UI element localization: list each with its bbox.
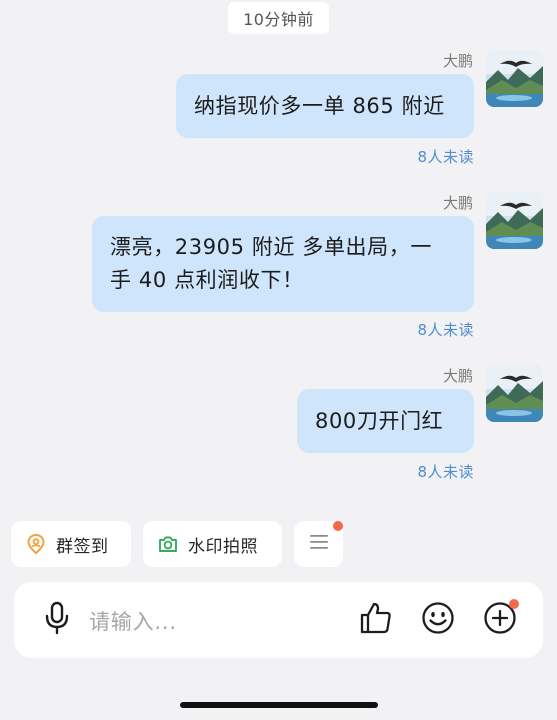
smiley-face-icon [421, 601, 455, 639]
avatar[interactable] [486, 192, 543, 249]
message-input-bar: 请输入... [14, 582, 543, 658]
message-bubble[interactable]: 漂亮，23905 附近 多单出局，一 手 40 点利润收下！ [92, 216, 474, 312]
like-button[interactable] [358, 602, 394, 638]
message-text: 纳指现价多一单 865 附近 [194, 93, 445, 118]
message-input[interactable]: 请输入... [89, 606, 177, 636]
avatar[interactable] [486, 365, 543, 422]
notification-dot [333, 521, 343, 531]
watermark-photo-button[interactable]: 水印拍照 [143, 521, 282, 567]
location-pin-icon [25, 533, 47, 555]
sender-name: 大鹏 [442, 194, 473, 212]
chip-label: 水印拍照 [188, 536, 258, 557]
message-bubble[interactable]: 800刀开门红 [297, 389, 474, 453]
message-bubble[interactable]: 纳指现价多一单 865 附近 [176, 74, 474, 138]
eagle-landscape-avatar-image [486, 365, 543, 422]
sender-name: 大鹏 [442, 52, 473, 70]
voice-input-button[interactable] [42, 601, 72, 639]
avatar[interactable] [486, 50, 543, 107]
message-text: 800刀开门红 [315, 408, 444, 433]
microphone-icon [43, 601, 71, 639]
eagle-landscape-avatar-image [486, 50, 543, 107]
menu-icon [309, 533, 329, 556]
group-checkin-button[interactable]: 群签到 [11, 521, 131, 567]
thumbs-up-icon [359, 601, 393, 639]
eagle-landscape-avatar-image [486, 192, 543, 249]
unread-status[interactable]: 8人未读 [417, 146, 474, 167]
unread-status[interactable]: 8人未读 [417, 319, 474, 340]
message-timestamp: 10分钟前 [228, 2, 329, 34]
home-indicator [180, 702, 378, 708]
emoji-button[interactable] [420, 602, 456, 638]
chip-label: 群签到 [56, 536, 109, 557]
sender-name: 大鹏 [442, 367, 473, 385]
message-text-line: 漂亮，23905 附近 多单出局，一 [110, 235, 432, 259]
notification-dot [509, 599, 519, 609]
unread-status[interactable]: 8人未读 [417, 461, 474, 482]
message-text-line: 手 40 点利润收下！ [110, 268, 304, 292]
camera-icon [157, 533, 179, 555]
